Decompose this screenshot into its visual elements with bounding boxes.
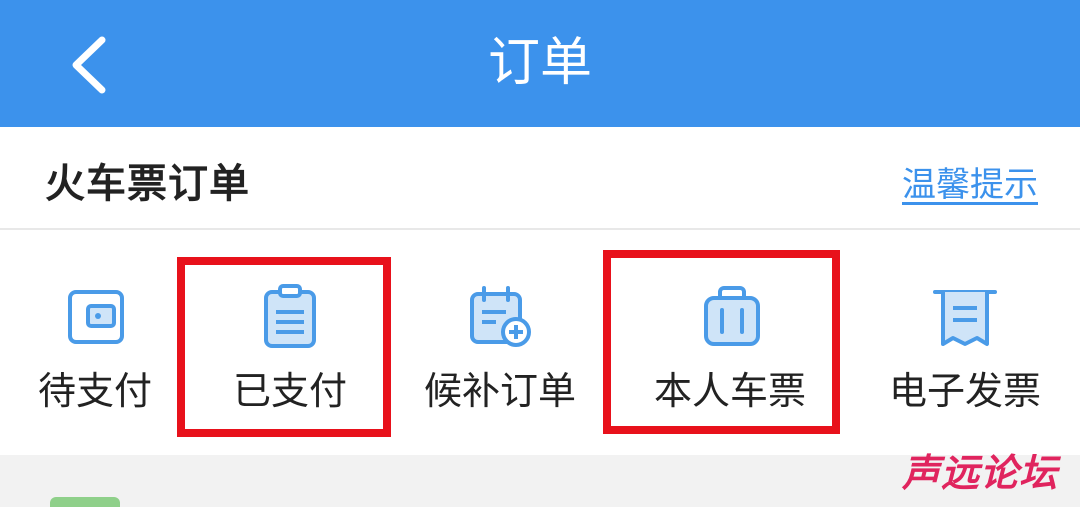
section-title: 火车票订单 bbox=[45, 161, 250, 207]
tips-link[interactable]: 温馨提示 bbox=[902, 157, 1038, 206]
top-navbar: 订单 bbox=[0, 0, 1080, 127]
section-header: 火车票订单 温馨提示 bbox=[0, 127, 1080, 230]
menu-label: 待支付 bbox=[37, 369, 152, 413]
calendar-add-icon bbox=[466, 282, 534, 350]
highlight-box-my-tickets bbox=[603, 250, 840, 434]
list-item-thumbnail bbox=[50, 497, 120, 507]
receipt-icon bbox=[931, 282, 999, 350]
menu-item-waitlist-orders[interactable]: 候补订单 bbox=[400, 230, 600, 455]
order-menu-row: 待支付 已支付 候补订单 本人车票 电子发票 bbox=[0, 230, 1080, 455]
menu-item-pending-payment[interactable]: 待支付 bbox=[0, 230, 190, 455]
menu-item-e-invoice[interactable]: 电子发票 bbox=[860, 230, 1070, 455]
highlight-box-paid bbox=[177, 257, 391, 437]
menu-label: 电子发票 bbox=[888, 369, 1041, 413]
menu-label: 候补订单 bbox=[423, 369, 576, 413]
watermark: 声远论坛 bbox=[901, 451, 1058, 495]
page-title: 订单 bbox=[487, 33, 592, 93]
wallet-icon bbox=[62, 282, 130, 350]
